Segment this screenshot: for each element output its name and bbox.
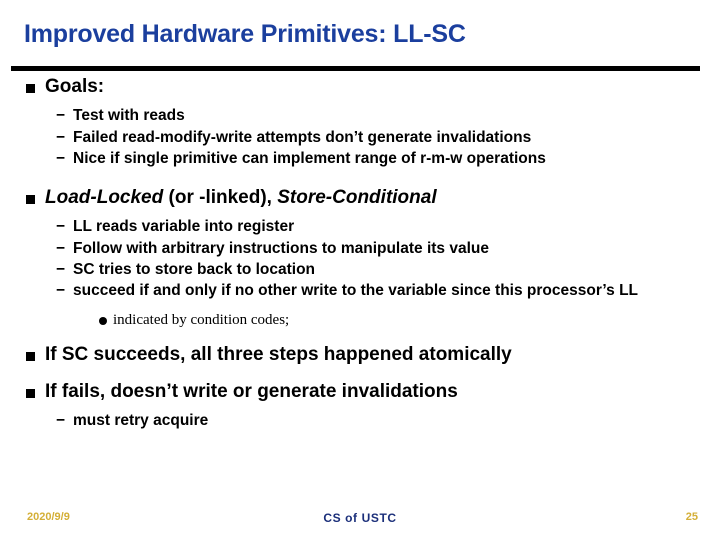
dash-bullet-icon: − bbox=[56, 239, 66, 257]
slide-footer: 2020/9/9 CS of USTC 25 bbox=[0, 508, 720, 532]
dash-bullet-icon: − bbox=[56, 412, 66, 430]
dash-bullet-icon: − bbox=[56, 218, 66, 236]
slide-body: Goals: − Test with reads − Failed read-m… bbox=[0, 76, 720, 433]
slide: Improved Hardware Primitives: LL-SC Goal… bbox=[0, 0, 720, 540]
dash-bullet-icon: − bbox=[56, 260, 66, 278]
term-load-locked: Load-Locked bbox=[45, 187, 164, 209]
sub-bullet-succeed-if-and-only-if: − succeed if and only if no other write … bbox=[0, 282, 713, 300]
sub-bullet-label: LL reads variable into register bbox=[73, 218, 295, 236]
page-title: Improved Hardware Primitives: LL-SC bbox=[24, 20, 466, 48]
dash-bullet-icon: − bbox=[56, 149, 66, 167]
footer-page-number: 25 bbox=[685, 511, 698, 523]
sub-bullet-label: Nice if single primitive can implement r… bbox=[73, 149, 546, 167]
dash-bullet-icon: − bbox=[56, 107, 66, 125]
bullet-load-locked-store-conditional: Load-Locked (or -linked), Store-Conditio… bbox=[0, 187, 720, 208]
sub-bullet-label: Follow with arbitrary instructions to ma… bbox=[73, 239, 489, 257]
footer-course-label: CS of USTC bbox=[323, 511, 397, 525]
sub-sub-bullet-label: indicated by condition codes; bbox=[113, 311, 290, 328]
sub-bullet-ll-reads-variable: − LL reads variable into register bbox=[0, 218, 720, 236]
sub-bullet-label: succeed if and only if no other write to… bbox=[73, 282, 639, 300]
sub-bullet-nice-if-single-primitive: − Nice if single primitive can implement… bbox=[0, 150, 720, 168]
term-store-conditional: Store-Conditional bbox=[277, 187, 437, 209]
square-bullet-icon bbox=[26, 195, 35, 205]
bullet-if-fails: If fails, doesn’t write or generate inva… bbox=[0, 381, 720, 402]
bullet-goals-label: Goals: bbox=[45, 76, 105, 97]
term-or-linked: (or -linked), bbox=[163, 187, 278, 209]
bullet-label: If SC succeeds, all three steps happened… bbox=[45, 343, 512, 365]
bullet-if-sc-succeeds: If SC succeeds, all three steps happened… bbox=[0, 344, 720, 365]
sub-sub-bullet-condition-codes: indicated by condition codes; bbox=[0, 311, 720, 329]
sub-bullet-label: Test with reads bbox=[73, 107, 185, 125]
sub-bullet-label: SC tries to store back to location bbox=[73, 260, 316, 278]
round-bullet-icon bbox=[99, 316, 107, 325]
sub-bullet-label: must retry acquire bbox=[73, 412, 209, 430]
bullet-goals: Goals: bbox=[0, 76, 720, 97]
square-bullet-icon bbox=[26, 351, 35, 361]
sub-bullet-test-with-reads: − Test with reads bbox=[0, 107, 720, 125]
sub-bullet-must-retry-acquire: − must retry acquire bbox=[0, 412, 720, 430]
sub-bullet-label: Failed read-modify-write attempts don’t … bbox=[73, 128, 532, 146]
dash-bullet-icon: − bbox=[56, 282, 66, 300]
title-divider bbox=[11, 66, 700, 71]
square-bullet-icon bbox=[26, 84, 35, 93]
square-bullet-icon bbox=[26, 388, 35, 398]
dash-bullet-icon: − bbox=[56, 128, 66, 146]
sub-bullet-sc-tries-to-store: − SC tries to store back to location bbox=[0, 261, 720, 279]
sub-bullet-follow-with-arbitrary: − Follow with arbitrary instructions to … bbox=[0, 240, 720, 258]
sub-bullet-failed-rmw: − Failed read-modify-write attempts don’… bbox=[0, 129, 720, 147]
bullet-label: If fails, doesn’t write or generate inva… bbox=[45, 380, 458, 402]
